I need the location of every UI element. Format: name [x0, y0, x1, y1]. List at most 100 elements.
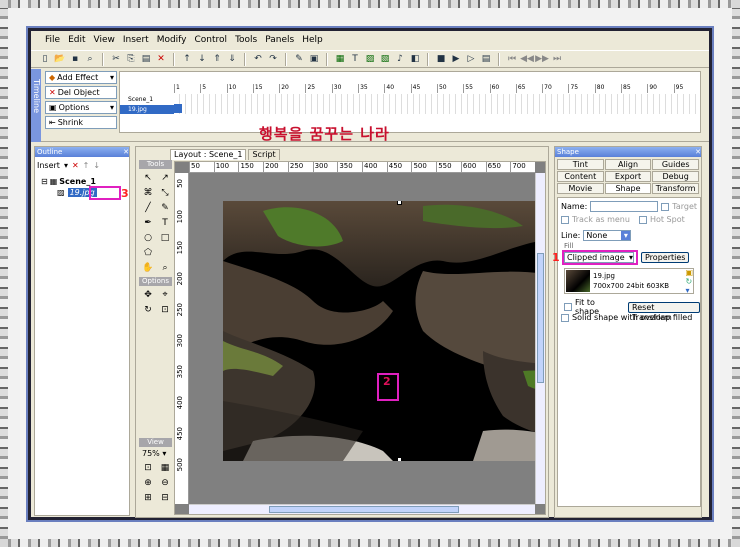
- grid-icon[interactable]: ⊞: [141, 491, 155, 504]
- selection-handle-bottom[interactable]: [397, 457, 402, 461]
- track-checkbox[interactable]: [561, 215, 569, 224]
- last-frame-icon[interactable]: ⏭: [551, 53, 563, 65]
- undo-icon[interactable]: ↶: [252, 53, 264, 65]
- delete-icon[interactable]: ✕: [72, 161, 79, 170]
- hand-tool-icon[interactable]: ✋: [141, 261, 155, 274]
- move-down-icon[interactable]: ↓: [93, 161, 100, 170]
- pan-icon[interactable]: ▦: [158, 461, 172, 474]
- timeline-scene-row[interactable]: Scene_1: [120, 95, 174, 104]
- redo-icon[interactable]: ↷: [267, 53, 279, 65]
- vertical-scrollbar[interactable]: [535, 173, 545, 504]
- keyframe[interactable]: [174, 104, 182, 113]
- bring-front-icon[interactable]: ⇑: [211, 53, 223, 65]
- stop-icon[interactable]: ■: [435, 53, 447, 65]
- add-effect-button[interactable]: ◆ Add Effect ▾: [45, 71, 117, 84]
- insert-shape-icon[interactable]: ▧: [379, 53, 391, 65]
- option-d-icon[interactable]: ⊡: [158, 303, 172, 316]
- canvas-area[interactable]: 50 100 150 200 250 300 350 400 450 500 550 600 650 70…: [174, 161, 546, 515]
- first-frame-icon[interactable]: ⏮: [506, 53, 518, 65]
- play-stage-icon[interactable]: ▷: [465, 53, 477, 65]
- menu-item-insert[interactable]: Insert: [123, 35, 149, 45]
- cut-icon[interactable]: ✂: [110, 53, 122, 65]
- properties-button[interactable]: Properties: [641, 252, 690, 263]
- option-b-icon[interactable]: ⌖: [158, 288, 172, 301]
- tab-align[interactable]: Align: [604, 159, 652, 170]
- zoom-fit-icon[interactable]: ⊡: [141, 461, 155, 474]
- menu-item-edit[interactable]: Edit: [68, 35, 85, 45]
- line-select[interactable]: None ▾: [583, 230, 632, 241]
- tab-debug[interactable]: Debug: [652, 171, 699, 182]
- move-up-icon[interactable]: ↑: [83, 161, 90, 170]
- horizontal-scrollbar[interactable]: [189, 504, 535, 514]
- zoom-select[interactable]: 75% ▾: [139, 449, 172, 458]
- tree-scene[interactable]: ⊟ ▦ Scene_1: [41, 177, 96, 186]
- move-up-icon[interactable]: ↑: [181, 53, 193, 65]
- tab-script[interactable]: Script: [248, 149, 280, 160]
- selection-handle-top[interactable]: [397, 201, 402, 205]
- find-icon[interactable]: ⌕: [84, 53, 96, 65]
- arrow-tool-icon[interactable]: ↖: [141, 171, 155, 184]
- zoom-tool-icon[interactable]: ⌕: [158, 261, 172, 274]
- tab-tint[interactable]: Tint: [557, 159, 604, 170]
- save-icon[interactable]: ▪: [69, 53, 81, 65]
- option-c-icon[interactable]: ↻: [141, 303, 155, 316]
- tab-layout[interactable]: Layout : Scene_1: [170, 149, 247, 160]
- preview-icon[interactable]: ▤: [480, 53, 492, 65]
- play-icon[interactable]: ▶: [450, 53, 462, 65]
- prev-frame-icon[interactable]: ◀◀: [520, 53, 534, 65]
- collapse-icon[interactable]: ⊟: [41, 177, 48, 186]
- name-input[interactable]: [590, 201, 659, 212]
- tab-content[interactable]: Content: [557, 171, 604, 182]
- zoom-in-icon[interactable]: ⊕: [141, 476, 155, 489]
- new-icon[interactable]: ▯: [39, 53, 51, 65]
- hotspot-checkbox[interactable]: [638, 215, 647, 224]
- transform-tool-icon[interactable]: ⤡: [158, 186, 172, 199]
- option-a-icon[interactable]: ✥: [141, 288, 155, 301]
- tab-guides[interactable]: Guides: [652, 159, 699, 170]
- close-icon[interactable]: ✕: [123, 148, 129, 156]
- ellipse-tool-icon[interactable]: ○: [141, 231, 155, 244]
- snap-icon[interactable]: ⊟: [158, 491, 172, 504]
- open-icon[interactable]: 📂: [54, 53, 66, 65]
- insert-movieclip-icon[interactable]: ▦: [334, 53, 346, 65]
- menu-item-view[interactable]: View: [94, 35, 115, 45]
- shrink-button[interactable]: ⇤ Shrink: [45, 116, 117, 129]
- polygon-tool-icon[interactable]: ⬠: [141, 246, 155, 259]
- options-button[interactable]: ▣ Options ▾: [45, 101, 117, 114]
- menu-item-help[interactable]: Help: [302, 35, 323, 45]
- close-icon[interactable]: ✕: [695, 148, 701, 156]
- insert-image-icon[interactable]: ▨: [364, 53, 376, 65]
- tab-shape[interactable]: Shape: [604, 183, 652, 194]
- subselect-tool-icon[interactable]: ↗: [158, 171, 172, 184]
- move-down-icon[interactable]: ↓: [196, 53, 208, 65]
- refresh-icon[interactable]: ↻: [685, 277, 693, 286]
- next-frame-icon[interactable]: ▶▶: [535, 53, 549, 65]
- menu-item-modify[interactable]: Modify: [157, 35, 187, 45]
- rectangle-tool-icon[interactable]: □: [158, 231, 172, 244]
- wizard-icon[interactable]: ✎: [293, 53, 305, 65]
- delete-icon[interactable]: ✕: [155, 53, 167, 65]
- menu-item-tools[interactable]: Tools: [235, 35, 257, 45]
- solid-checkbox[interactable]: [561, 313, 569, 322]
- timeline-grid[interactable]: 1 5 10 15 20 25 30 35 40 45 50 55 60 65 70 75 80 85 90 95 S…: [119, 71, 701, 133]
- insert-sound-icon[interactable]: ♪: [394, 53, 406, 65]
- tab-movie[interactable]: Movie: [557, 183, 604, 194]
- menu-item-panels[interactable]: Panels: [265, 35, 294, 45]
- insert-text-icon[interactable]: T: [349, 53, 361, 65]
- timeline-layer-row[interactable]: 19.jpg: [120, 105, 174, 114]
- timeline-frames[interactable]: [174, 94, 700, 114]
- library-icon[interactable]: ▣: [308, 53, 320, 65]
- pencil-tool-icon[interactable]: ✎: [158, 201, 172, 214]
- menu-item-file[interactable]: File: [45, 35, 60, 45]
- send-back-icon[interactable]: ⇓: [226, 53, 238, 65]
- copy-icon[interactable]: ⎘: [125, 53, 137, 65]
- stage-image[interactable]: 2: [223, 201, 545, 461]
- tab-export[interactable]: Export: [604, 171, 652, 182]
- open-folder-icon[interactable]: ▣: [685, 268, 693, 277]
- reset-transform-button[interactable]: Reset Transform: [628, 301, 700, 322]
- scroll-down-icon[interactable]: ▾: [685, 286, 693, 295]
- tab-transform[interactable]: Transform: [652, 183, 699, 194]
- paste-icon[interactable]: ▤: [140, 53, 152, 65]
- insert-dropdown[interactable]: Insert: [37, 161, 60, 170]
- reshape-tool-icon[interactable]: ⌘: [141, 186, 155, 199]
